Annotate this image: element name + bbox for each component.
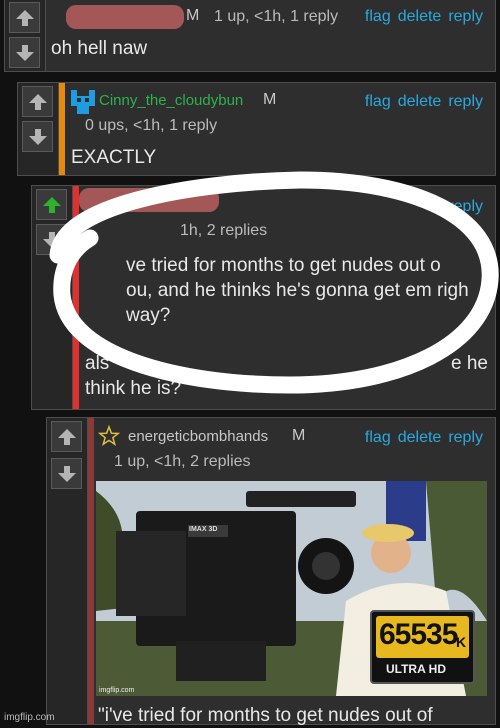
- comment-text-line-5: think he is?: [85, 378, 182, 399]
- comment-text-line-3: way?: [126, 305, 171, 326]
- upvote-button[interactable]: [9, 2, 40, 33]
- comment-text-line-4a: als: [85, 353, 110, 374]
- comment-meta: 1 up, <1h, 2 replies: [114, 453, 251, 470]
- thread-bar: [59, 83, 65, 175]
- user-avatar-icon: [71, 90, 95, 114]
- comment-body: M 1 up, <1h, 1 reply flag delete reply oh …: [51, 0, 489, 71]
- delete-link[interactable]: delete: [398, 93, 442, 110]
- down-arrow-icon: [57, 465, 76, 482]
- meme-caption: "i've tried for months to get nudes out …: [98, 705, 433, 726]
- mod-badge: M: [263, 91, 277, 108]
- downvote-button[interactable]: [9, 37, 40, 68]
- comment-actions: flag delete reply: [358, 8, 483, 26]
- upvote-button[interactable]: [51, 421, 82, 452]
- comment-meta-fragment: 1h, 2 replies: [180, 222, 268, 239]
- logo-number: 65535: [379, 618, 458, 651]
- up-arrow-icon: [28, 93, 47, 110]
- comment-meta: 1 up, <1h, 1 reply: [214, 8, 339, 25]
- down-arrow-icon: [28, 128, 47, 145]
- downvote-button[interactable]: [36, 224, 67, 255]
- comment-text-line-1: ve tried for months to get nudes out o: [126, 255, 441, 276]
- mod-badge: M: [186, 7, 200, 24]
- logo-caption: ULTRA HD: [386, 662, 446, 676]
- comment-meta: 0 ups, <1h, 1 reply: [85, 117, 218, 134]
- delete-link[interactable]: delete: [398, 429, 442, 446]
- comment-actions: flag delete reply: [358, 93, 483, 111]
- down-arrow-icon: [15, 44, 34, 61]
- username-link[interactable]: energeticbombhands: [128, 428, 268, 445]
- comment-text-line-4b: e he: [451, 353, 488, 374]
- vote-column: [47, 418, 88, 724]
- upvote-button[interactable]: [22, 86, 53, 117]
- up-arrow-icon: [15, 9, 34, 26]
- down-arrow-icon: [42, 231, 61, 248]
- redacted-username: [66, 5, 184, 29]
- downvote-button[interactable]: [51, 458, 82, 489]
- downvote-button[interactable]: [22, 121, 53, 152]
- mod-badge: M: [292, 427, 306, 444]
- thread-bar: [88, 418, 94, 724]
- comment-4: energeticbombhands M flag delete reply 1 u…: [46, 417, 496, 726]
- vote-column: [32, 186, 73, 409]
- comment-text: oh hell naw: [51, 38, 148, 59]
- image-watermark: imgflip.com: [99, 687, 135, 694]
- thread-bar: [73, 186, 79, 409]
- upvote-button-active[interactable]: [36, 189, 67, 220]
- ultra-hd-logo: 65535 K ULTRA HD: [370, 610, 475, 684]
- flag-link[interactable]: flag: [365, 8, 391, 25]
- actions-fragment[interactable]: te reply: [431, 198, 483, 216]
- comment-body: energeticbombhands M flag delete reply 1 u…: [96, 418, 489, 726]
- comment-2: Cinny_the_cloudybun M flag delete reply 0 …: [17, 82, 496, 176]
- star-avatar-icon: [98, 425, 120, 446]
- footer-watermark: imgflip.com: [4, 712, 55, 723]
- redacted-username: [79, 188, 219, 212]
- logo-suffix: K: [456, 634, 467, 650]
- comment-text: EXACTLY: [71, 147, 157, 168]
- vote-column: [18, 83, 59, 175]
- vote-column: [5, 0, 46, 71]
- comment-3: 1h, 2 replies te reply ve tried for mont…: [31, 185, 496, 410]
- up-arrow-icon: [42, 196, 61, 213]
- reply-link[interactable]: reply: [448, 429, 483, 446]
- comment-body: 1h, 2 replies te reply ve tried for mont…: [79, 186, 489, 409]
- username-link[interactable]: Cinny_the_cloudybun: [99, 92, 243, 109]
- flag-link[interactable]: flag: [365, 429, 391, 446]
- flag-link[interactable]: flag: [365, 93, 391, 110]
- comment-text-line-2: ou, and he thinks he's gonna get em righ: [126, 280, 469, 301]
- camera-label: IMAX 3D: [189, 526, 218, 533]
- reply-link[interactable]: reply: [448, 8, 483, 25]
- reply-link[interactable]: reply: [448, 93, 483, 110]
- up-arrow-icon: [57, 428, 76, 445]
- comment-1: M 1 up, <1h, 1 reply flag delete reply oh …: [4, 0, 496, 72]
- comment-body: Cinny_the_cloudybun M flag delete reply 0 …: [67, 83, 489, 175]
- delete-link[interactable]: delete: [398, 8, 442, 25]
- meme-image[interactable]: IMAX 3D 65535 K ULTRA HD imgflip.com: [96, 481, 487, 696]
- comment-actions: flag delete reply: [358, 429, 483, 447]
